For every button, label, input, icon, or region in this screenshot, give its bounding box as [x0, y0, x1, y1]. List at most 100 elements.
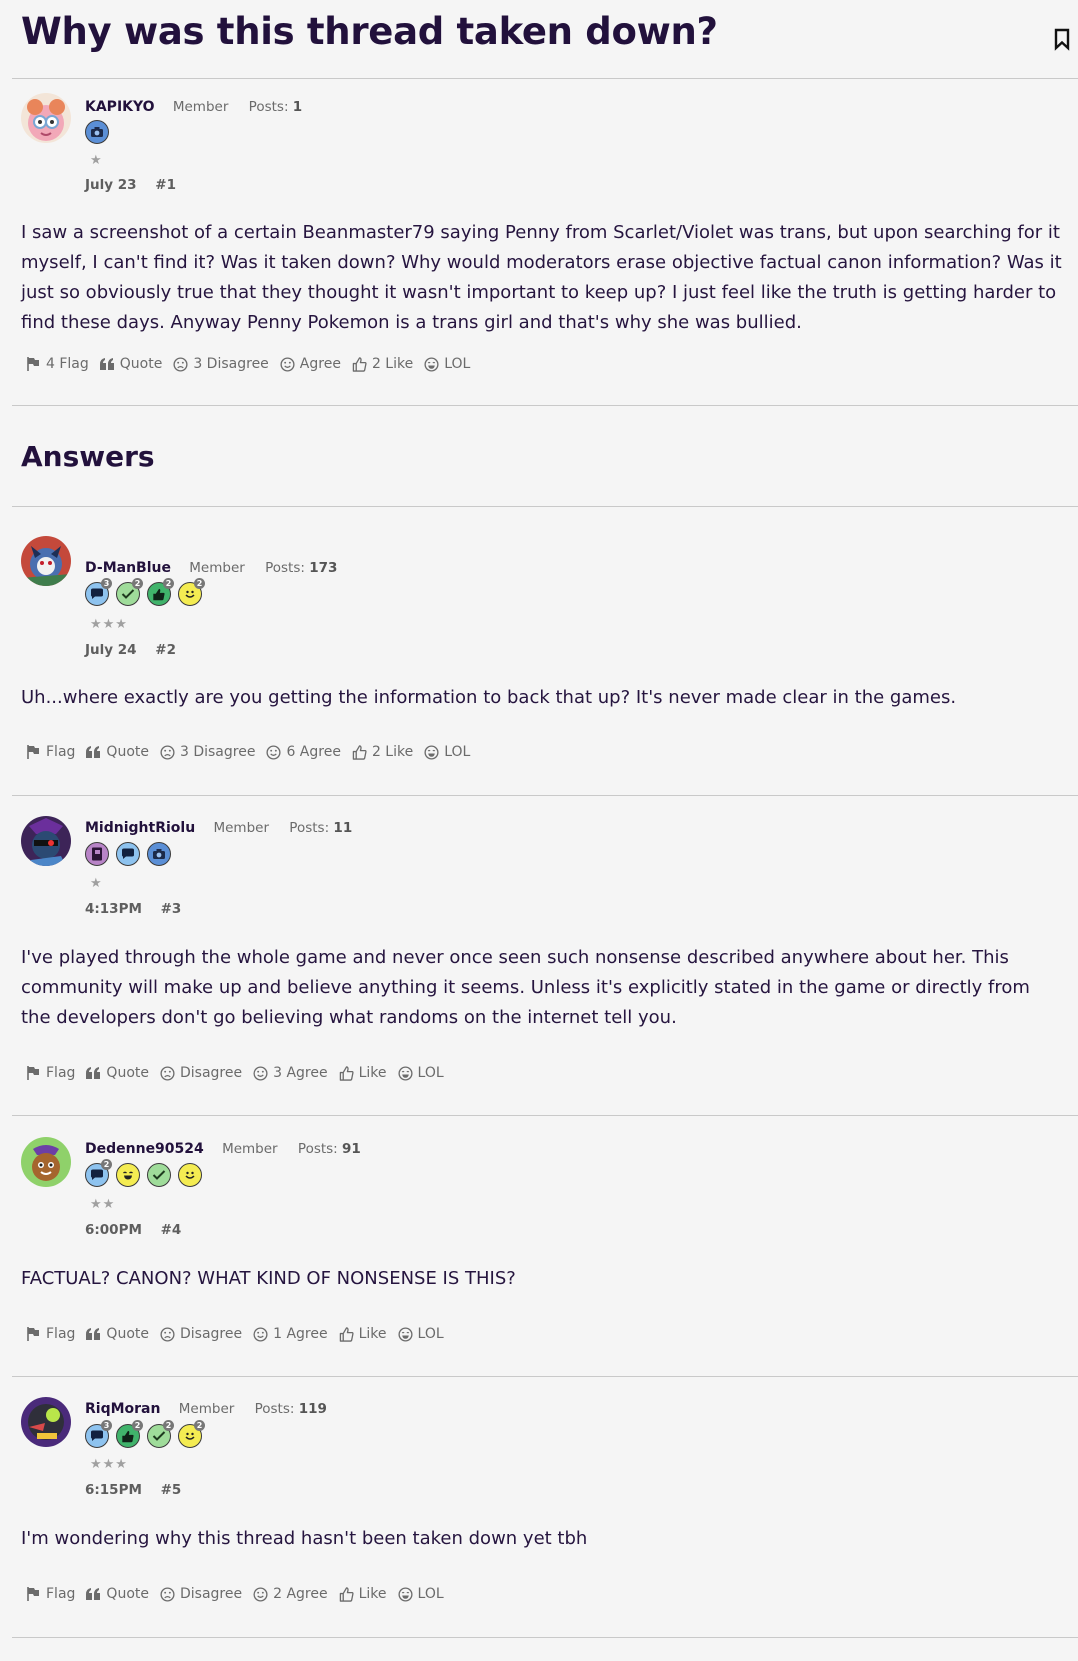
check-badge-icon[interactable] [147, 1163, 171, 1187]
username-link[interactable]: MidnightRiolu [85, 820, 195, 836]
badge-row [85, 120, 109, 144]
post-meta: D-ManBlue Member Posts: 173 [85, 560, 337, 576]
post-date[interactable]: 6:00PM [85, 1222, 142, 1238]
post-4: Dedenne90524 Member Posts: 91 2 ★★ 6:00P… [12, 1116, 1078, 1377]
rank-stars: ★ [90, 153, 103, 168]
post-date-line: July 24 #2 [85, 642, 176, 658]
camera-badge-icon[interactable] [147, 842, 171, 866]
post-number[interactable]: #1 [155, 177, 176, 193]
laughing-badge-icon[interactable] [116, 1163, 140, 1187]
disagree-button[interactable]: 3 Disagree [160, 744, 255, 760]
smiley-badge-icon[interactable]: 2 [178, 1420, 205, 1448]
smiley-badge-icon[interactable] [178, 1163, 202, 1187]
like-button[interactable]: Like [339, 1065, 387, 1081]
user-role: Member [213, 820, 269, 836]
chat-badge-icon[interactable]: 3 [85, 1420, 112, 1448]
notebook-badge-icon[interactable] [85, 842, 109, 866]
flag-button[interactable]: Flag [25, 1326, 75, 1342]
camera-badge-icon[interactable] [85, 120, 109, 144]
smile-icon [280, 356, 295, 372]
chat-badge-icon[interactable]: 2 [85, 1159, 112, 1187]
flag-button[interactable]: Flag [25, 1065, 75, 1081]
agree-button[interactable]: 3 Agree [253, 1065, 328, 1081]
quote-button[interactable]: Quote [86, 1065, 149, 1081]
username-link[interactable]: Dedenne90524 [85, 1141, 204, 1157]
agree-button[interactable]: Agree [280, 356, 341, 372]
smile-icon [253, 1586, 268, 1602]
agree-button[interactable]: 2 Agree [253, 1586, 328, 1602]
user-role: Member [172, 99, 229, 115]
post-date-line: 4:13PM #3 [85, 901, 181, 917]
flag-icon [27, 1587, 39, 1601]
posts-label: Posts: [254, 1401, 295, 1417]
check-badge-icon[interactable]: 2 [147, 1420, 174, 1448]
thumbs-up-badge-icon[interactable]: 2 [116, 1420, 143, 1448]
quote-button[interactable]: Quote [99, 356, 162, 372]
disagree-button[interactable]: Disagree [160, 1065, 242, 1081]
lol-button[interactable]: LOL [397, 1326, 444, 1342]
agree-button[interactable]: 1 Agree [253, 1326, 328, 1342]
post-5: RiqMoran Member Posts: 119 3 2 2 2 ★★★ 6… [12, 1377, 1078, 1638]
like-button[interactable]: Like [339, 1586, 387, 1602]
agree-button[interactable]: 6 Agree [266, 744, 341, 760]
avatar[interactable] [21, 1137, 71, 1187]
post-date[interactable]: 4:13PM [85, 901, 142, 917]
like-button[interactable]: 2 Like [352, 356, 413, 372]
lol-button[interactable]: LOL [424, 744, 470, 760]
post-3: MidnightRiolu Member Posts: 11 ★ 4:13PM … [12, 796, 1078, 1116]
frown-icon [160, 1586, 175, 1602]
laugh-icon [397, 1065, 413, 1081]
username-link[interactable]: KAPIKYO [85, 99, 155, 115]
thumbs-up-badge-icon[interactable]: 2 [147, 578, 174, 606]
post-date[interactable]: July 24 [85, 642, 137, 658]
chat-badge-icon[interactable]: 3 [85, 578, 112, 606]
lol-button[interactable]: LOL [397, 1586, 444, 1602]
post-date[interactable]: 6:15PM [85, 1482, 142, 1498]
post-date-line: 6:00PM #4 [85, 1222, 181, 1238]
avatar[interactable] [21, 93, 71, 143]
post-actions: Flag Quote Disagree 3 Agree Like LOL [25, 1065, 455, 1081]
username-link[interactable]: D-ManBlue [85, 560, 171, 576]
post-1: KAPIKYO Member Posts: 1 ★ July 23 #1 I s… [12, 78, 1078, 406]
avatar[interactable] [21, 816, 71, 866]
disagree-button[interactable]: Disagree [160, 1586, 242, 1602]
smiley-badge-icon[interactable]: 2 [178, 578, 205, 606]
check-badge-icon[interactable]: 2 [116, 578, 143, 606]
laugh-icon [397, 1326, 413, 1342]
quote-button[interactable]: Quote [86, 1326, 149, 1342]
quote-icon [86, 745, 101, 758]
post-meta: RiqMoran Member Posts: 119 [85, 1401, 327, 1417]
thread-page: Why was this thread taken down? KAPIKYO … [0, 0, 1078, 1661]
posts-count: 173 [309, 560, 338, 576]
avatar[interactable] [21, 1397, 71, 1447]
flag-button[interactable]: 4 Flag [25, 356, 89, 372]
like-button[interactable]: 2 Like [352, 744, 413, 760]
post-number[interactable]: #5 [161, 1482, 182, 1498]
flag-button[interactable]: Flag [25, 1586, 75, 1602]
bookmark-icon[interactable] [1052, 27, 1072, 51]
avatar[interactable] [21, 536, 71, 586]
username-link[interactable]: RiqMoran [85, 1401, 160, 1417]
post-number[interactable]: #3 [161, 901, 182, 917]
flag-button[interactable]: Flag [25, 744, 75, 760]
disagree-button[interactable]: 3 Disagree [173, 356, 269, 372]
flag-icon [27, 1066, 39, 1080]
post-number[interactable]: #4 [161, 1222, 182, 1238]
chat-badge-icon[interactable] [116, 842, 140, 866]
answers-heading: Answers [21, 440, 155, 473]
disagree-button[interactable]: Disagree [160, 1326, 242, 1342]
post-date[interactable]: July 23 [85, 177, 137, 193]
flag-icon [27, 357, 39, 371]
posts-count: 91 [342, 1141, 361, 1157]
smile-icon [253, 1326, 268, 1342]
quote-button[interactable]: Quote [86, 744, 149, 760]
like-button[interactable]: Like [339, 1326, 387, 1342]
laugh-icon [424, 744, 439, 760]
thumbs-up-icon [339, 1326, 354, 1342]
frown-icon [160, 744, 175, 760]
lol-button[interactable]: LOL [424, 356, 470, 372]
post-number[interactable]: #2 [155, 642, 176, 658]
quote-button[interactable]: Quote [86, 1586, 149, 1602]
post-actions: Flag Quote Disagree 1 Agree Like LOL [25, 1326, 455, 1342]
lol-button[interactable]: LOL [397, 1065, 444, 1081]
